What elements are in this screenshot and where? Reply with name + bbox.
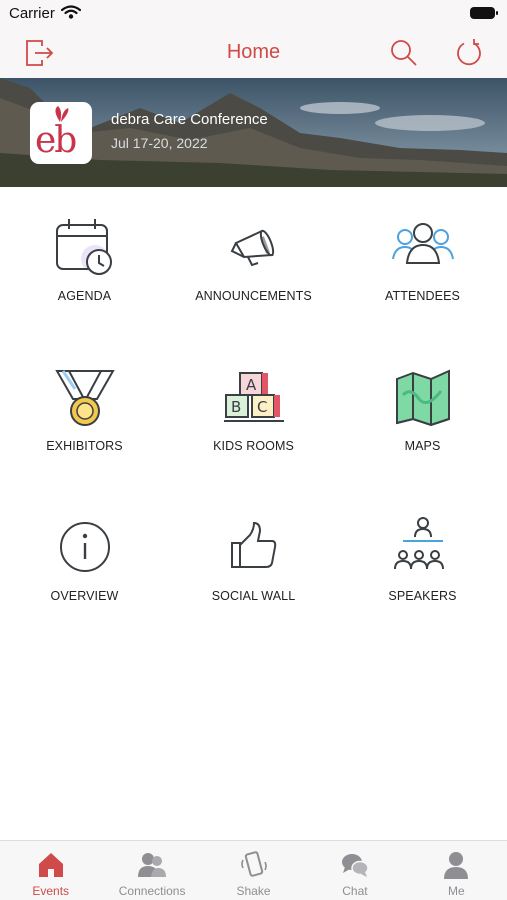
tile-maps[interactable]: MAPS: [338, 337, 507, 487]
tile-label: ATTENDEES: [385, 289, 460, 303]
svg-text:A: A: [246, 376, 257, 394]
map-icon: [395, 369, 450, 427]
event-logo: eb: [30, 102, 92, 164]
search-icon: [391, 40, 417, 66]
event-banner[interactable]: eb debra Care Conference Jul 17-20, 2022: [0, 78, 507, 187]
tile-kids-rooms[interactable]: A B C KIDS ROOMS: [169, 337, 338, 487]
tile-label: KIDS ROOMS: [213, 439, 294, 453]
svg-text:C: C: [257, 398, 267, 416]
tile-attendees[interactable]: ATTENDEES: [338, 187, 507, 337]
calendar-clock-icon: [55, 219, 112, 275]
tile-announcements[interactable]: ANNOUNCEMENTS: [169, 187, 338, 337]
page-title: Home: [226, 41, 281, 63]
tile-label: OVERVIEW: [50, 589, 119, 603]
tile-label: AGENDA: [57, 289, 112, 303]
shake-phone-icon: [240, 851, 267, 877]
battery-icon: [470, 7, 498, 19]
tile-label: MAPS: [404, 439, 441, 453]
tab-label: Shake: [236, 884, 271, 898]
abc-blocks-icon: A B C: [223, 372, 284, 422]
tile-label: ANNOUNCEMENTS: [195, 289, 312, 303]
tile-social-wall[interactable]: SOCIAL WALL: [169, 487, 338, 637]
nav-bar: Home: [0, 28, 507, 78]
tile-exhibitors[interactable]: EXHIBITORS: [0, 337, 169, 487]
tile-speakers[interactable]: SPEAKERS: [338, 487, 507, 637]
tile-label: SPEAKERS: [388, 589, 457, 603]
tile-agenda[interactable]: AGENDA: [0, 187, 169, 337]
tab-bar: Events Connections Shake Chat Me: [0, 840, 507, 900]
wifi-icon: [60, 5, 82, 24]
tab-connections[interactable]: Connections: [101, 841, 202, 900]
info-icon: [59, 522, 110, 572]
carrier-label: Carrier: [9, 5, 55, 22]
thumbs-up-icon: [230, 521, 276, 568]
chat-bubbles-icon: [341, 854, 369, 877]
event-date: Jul 17-20, 2022: [111, 135, 208, 151]
tab-chat[interactable]: Chat: [304, 841, 405, 900]
event-name: debra Care Conference: [111, 111, 268, 128]
megaphone-icon: [230, 229, 274, 267]
refresh-button[interactable]: [452, 36, 486, 70]
people-icon: [391, 223, 454, 264]
tab-label: Chat: [342, 884, 368, 898]
speaker-audience-icon: [393, 517, 444, 570]
svg-text:B: B: [231, 398, 241, 416]
connections-icon: [138, 853, 167, 877]
tab-shake[interactable]: Shake: [203, 841, 304, 900]
person-icon: [444, 852, 469, 879]
logo-text: eb: [35, 120, 77, 161]
tab-me[interactable]: Me: [406, 841, 507, 900]
status-bar: Carrier: [0, 0, 507, 28]
tab-label: Me: [447, 884, 465, 898]
tile-label: SOCIAL WALL: [211, 589, 296, 603]
medal-icon: [54, 370, 115, 426]
tab-label: Connections: [118, 884, 186, 898]
tile-label: EXHIBITORS: [46, 439, 123, 453]
search-button[interactable]: [387, 36, 421, 70]
tile-overview[interactable]: OVERVIEW: [0, 487, 169, 637]
tab-label: Events: [32, 884, 70, 898]
house-icon: [38, 853, 63, 877]
tab-events[interactable]: Events: [0, 841, 101, 900]
refresh-icon: [457, 39, 481, 66]
